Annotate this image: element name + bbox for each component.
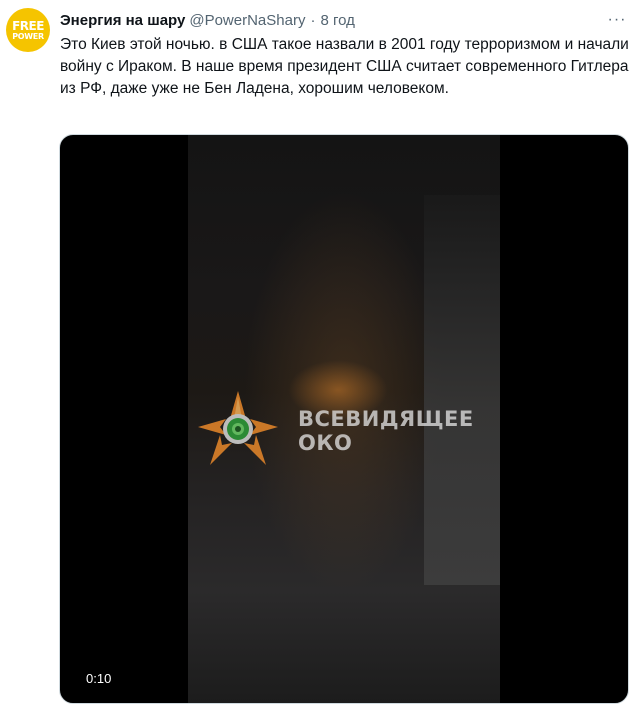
more-horizontal-icon: ···: [607, 11, 627, 28]
video-player[interactable]: ВСЕВИДЯЩЕЕ ОКО 0:10: [59, 134, 629, 704]
tweet[interactable]: FREE POWER Энергия на шару @PowerNaShary…: [0, 0, 642, 711]
author-handle[interactable]: @PowerNaShary: [189, 12, 305, 29]
tweet-header: Энергия на шару @PowerNaShary · 8 год: [60, 10, 355, 30]
tweet-text: Это Киев этой ночью. в США такое назвали…: [60, 36, 629, 97]
building-wall: [424, 195, 500, 585]
watermark-line1: ВСЕВИДЯЩЕЕ: [298, 407, 474, 431]
separator-dot: ·: [310, 11, 316, 29]
more-options-button[interactable]: ···: [606, 10, 628, 30]
avatar[interactable]: FREE POWER: [6, 8, 50, 52]
watermark-line2: ОКО: [298, 431, 353, 455]
video-duration: 0:10: [82, 669, 116, 689]
author-name[interactable]: Энергия на шару: [60, 12, 185, 29]
avatar-text-power: POWER: [12, 31, 44, 41]
watermark-text: ВСЕВИДЯЩЕЕ ОКО: [298, 407, 474, 455]
star-eye-logo-icon: [198, 391, 278, 465]
timestamp[interactable]: 8 год: [320, 12, 354, 29]
avatar-text-free: FREE: [12, 18, 44, 33]
